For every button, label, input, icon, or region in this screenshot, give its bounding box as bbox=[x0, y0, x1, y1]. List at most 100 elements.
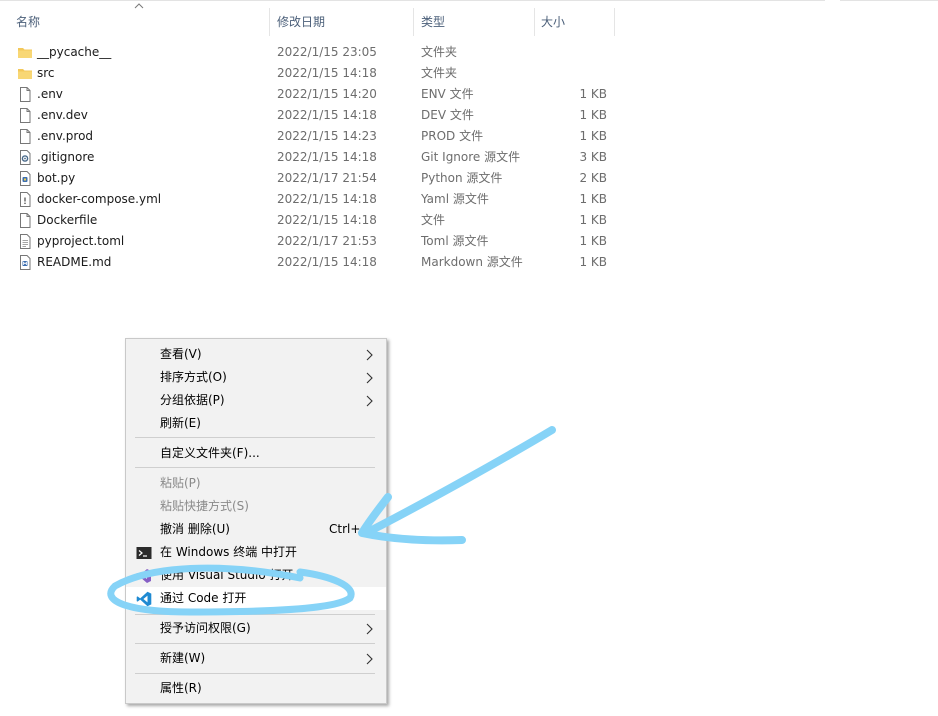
menu-item-group[interactable]: 分组依据(P) bbox=[126, 389, 386, 412]
file-type: Yaml 源文件 bbox=[421, 192, 489, 206]
file-icon bbox=[20, 129, 31, 144]
file-size: 1 KB bbox=[579, 192, 607, 206]
menu-item-shortcut: Ctrl+ bbox=[329, 522, 361, 536]
menu-item-open-terminal[interactable]: 在 Windows 终端 中打开 bbox=[126, 541, 386, 564]
menu-item-label: 排序方式(O) bbox=[160, 370, 227, 384]
menu-item-label: 通过 Code 打开 bbox=[160, 591, 247, 605]
file-date: 2022/1/15 14:23 bbox=[277, 129, 377, 143]
visual-studio-icon bbox=[136, 569, 151, 583]
menu-separator bbox=[135, 673, 375, 674]
file-size: 1 KB bbox=[579, 234, 607, 248]
file-size: 2 KB bbox=[579, 171, 607, 185]
file-name: __pycache__ bbox=[37, 45, 112, 59]
file-name: .env.prod bbox=[37, 129, 94, 143]
menu-item-properties[interactable]: 属性(R) bbox=[126, 677, 386, 700]
column-header-name[interactable]: 名称 bbox=[10, 8, 270, 36]
menu-item-undo-delete[interactable]: 撤消 删除(U) Ctrl+ bbox=[126, 518, 386, 541]
folder-icon bbox=[18, 69, 32, 79]
chevron-right-icon bbox=[366, 653, 373, 665]
file-type: DEV 文件 bbox=[421, 108, 474, 122]
terminal-icon bbox=[136, 547, 152, 559]
file-name: docker-compose.yml bbox=[37, 192, 162, 206]
gear-file-icon bbox=[20, 150, 31, 165]
yaml-file-icon bbox=[20, 192, 31, 207]
file-type: Toml 源文件 bbox=[421, 234, 489, 248]
file-row[interactable]: bot.py 2022/1/17 21:54 Python 源文件 2 KB bbox=[0, 168, 615, 189]
menu-item-grant-access[interactable]: 授予访问权限(G) bbox=[126, 617, 386, 640]
file-name: .env.dev bbox=[37, 108, 88, 122]
menu-separator bbox=[135, 467, 375, 468]
menu-separator bbox=[135, 614, 375, 615]
menu-item-label: 撤消 删除(U) bbox=[160, 522, 230, 536]
file-row[interactable]: docker-compose.yml 2022/1/15 14:18 Yaml … bbox=[0, 189, 615, 210]
text-file-icon bbox=[20, 234, 31, 249]
file-name: .gitignore bbox=[37, 150, 95, 164]
file-date: 2022/1/15 14:18 bbox=[277, 192, 377, 206]
file-date: 2022/1/17 21:53 bbox=[277, 234, 377, 248]
file-size: 1 KB bbox=[579, 108, 607, 122]
menu-item-label: 粘贴(P) bbox=[160, 476, 201, 490]
file-date: 2022/1/15 14:18 bbox=[277, 150, 377, 164]
column-header-type[interactable]: 类型 bbox=[415, 8, 535, 36]
file-date: 2022/1/15 14:18 bbox=[277, 213, 377, 227]
file-name: .env bbox=[37, 87, 63, 101]
file-name: bot.py bbox=[37, 171, 76, 185]
column-header-size[interactable]: 大小 bbox=[535, 8, 615, 36]
python-file-icon bbox=[20, 171, 31, 186]
file-row[interactable]: .gitignore 2022/1/15 14:18 Git Ignore 源文… bbox=[0, 147, 615, 168]
file-row[interactable]: __pycache__ 2022/1/15 23:05 文件夹 bbox=[0, 42, 615, 63]
file-row[interactable]: Dockerfile 2022/1/15 14:18 文件 1 KB bbox=[0, 210, 615, 231]
menu-item-paste: 粘贴(P) bbox=[126, 472, 386, 495]
file-type: PROD 文件 bbox=[421, 129, 484, 143]
file-type: Git Ignore 源文件 bbox=[421, 150, 521, 164]
menu-item-open-with-code[interactable]: 通过 Code 打开 bbox=[126, 587, 386, 610]
file-type: ENV 文件 bbox=[421, 87, 474, 101]
menu-item-label: 粘贴快捷方式(S) bbox=[160, 499, 249, 513]
file-name: src bbox=[37, 66, 55, 80]
chevron-right-icon bbox=[366, 623, 373, 635]
menu-item-label: 使用 Visual Studio 打开 bbox=[160, 568, 294, 582]
file-icon bbox=[20, 213, 31, 228]
menu-item-label: 新建(W) bbox=[160, 651, 206, 665]
chevron-right-icon bbox=[366, 372, 373, 384]
file-date: 2022/1/15 14:20 bbox=[277, 87, 377, 101]
column-header-date[interactable]: 修改日期 bbox=[271, 8, 414, 36]
file-icon bbox=[20, 108, 31, 123]
menu-item-label: 在 Windows 终端 中打开 bbox=[160, 545, 298, 559]
menu-item-customize-folder[interactable]: 自定义文件夹(F)... bbox=[126, 442, 386, 465]
menu-item-view[interactable]: 查看(V) bbox=[126, 343, 386, 366]
menu-separator bbox=[135, 643, 375, 644]
file-row[interactable]: pyproject.toml 2022/1/17 21:53 Toml 源文件 … bbox=[0, 231, 615, 252]
vscode-icon bbox=[136, 591, 152, 607]
file-row[interactable]: README.md 2022/1/15 14:18 Markdown 源文件 1… bbox=[0, 252, 615, 273]
file-size: 3 KB bbox=[579, 150, 607, 164]
column-header-row: 名称 修改日期 类型 大小 bbox=[0, 8, 615, 36]
menu-item-label: 自定义文件夹(F)... bbox=[160, 446, 260, 460]
file-type: Python 源文件 bbox=[421, 171, 503, 185]
chevron-right-icon bbox=[366, 395, 373, 407]
file-row[interactable]: .env.prod 2022/1/15 14:23 PROD 文件 1 KB bbox=[0, 126, 615, 147]
divider bbox=[0, 0, 825, 1]
file-name: Dockerfile bbox=[37, 213, 98, 227]
file-type: 文件夹 bbox=[421, 45, 458, 59]
file-row[interactable]: .env 2022/1/15 14:20 ENV 文件 1 KB bbox=[0, 84, 615, 105]
menu-item-sort[interactable]: 排序方式(O) bbox=[126, 366, 386, 389]
file-size: 1 KB bbox=[579, 255, 607, 269]
folder-icon bbox=[18, 48, 32, 58]
menu-separator bbox=[135, 437, 375, 438]
menu-item-paste-shortcut: 粘贴快捷方式(S) bbox=[126, 495, 386, 518]
file-type: 文件 bbox=[421, 213, 446, 227]
file-size: 1 KB bbox=[579, 129, 607, 143]
chevron-right-icon bbox=[366, 349, 373, 361]
file-type: Markdown 源文件 bbox=[421, 255, 523, 269]
file-type: 文件夹 bbox=[421, 66, 458, 80]
menu-item-refresh[interactable]: 刷新(E) bbox=[126, 412, 386, 435]
file-row[interactable]: .env.dev 2022/1/15 14:18 DEV 文件 1 KB bbox=[0, 105, 615, 126]
menu-item-open-visual-studio[interactable]: 使用 Visual Studio 打开 bbox=[126, 564, 386, 587]
file-name: README.md bbox=[37, 255, 112, 269]
menu-item-new[interactable]: 新建(W) bbox=[126, 647, 386, 670]
file-row[interactable]: src 2022/1/15 14:18 文件夹 bbox=[0, 63, 615, 84]
file-date: 2022/1/15 14:18 bbox=[277, 66, 377, 80]
menu-item-label: 分组依据(P) bbox=[160, 393, 225, 407]
file-size: 1 KB bbox=[579, 87, 607, 101]
